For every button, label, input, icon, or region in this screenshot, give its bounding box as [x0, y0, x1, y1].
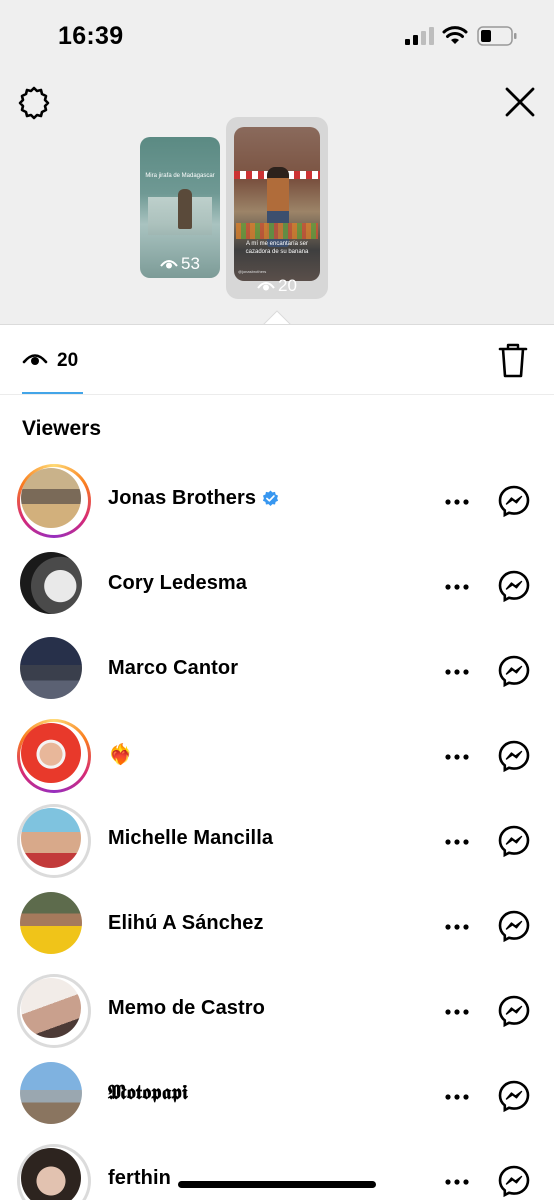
viewer-name-text: Michelle Mancilla	[108, 827, 274, 849]
eye-icon	[257, 282, 275, 291]
avatar-wrapper[interactable]	[17, 634, 91, 708]
story-ring[interactable]	[17, 974, 91, 1048]
viewer-name[interactable]: 𝕸𝖔𝖙𝖔𝖕𝖆𝖕𝖎	[108, 1082, 188, 1105]
viewer-name[interactable]: ferthin	[108, 1167, 171, 1190]
viewer-row[interactable]: ferthin	[0, 1140, 554, 1200]
avatar	[20, 637, 82, 699]
eye-icon	[22, 354, 48, 365]
messenger-icon[interactable]	[497, 484, 531, 518]
viewer-name-text: Marco Cantor	[108, 657, 239, 679]
story-preview-area: 16:39 Mira jirafa de Madagascar 53 A mí …	[0, 0, 554, 325]
viewer-name-text: Cory Ledesma	[108, 572, 248, 594]
viewer-name[interactable]: ❤️‍🔥	[108, 742, 133, 767]
viewer-row[interactable]: 𝕸𝖔𝖙𝖔𝖕𝖆𝖕𝖎	[0, 1055, 554, 1140]
messenger-icon[interactable]	[497, 994, 531, 1028]
section-title: Viewers	[22, 417, 102, 440]
viewer-name-text: Elihú A Sánchez	[108, 912, 264, 934]
viewer-name[interactable]: Michelle Mancilla	[108, 827, 273, 850]
status-bar: 16:39	[0, 0, 554, 72]
viewers-sheet: 20 Viewers Jonas Brothers Cory Ledesma M…	[0, 324, 554, 1200]
viewer-name-text: 𝕸𝖔𝖙𝖔𝖕𝖆𝖕𝖎	[108, 1082, 188, 1104]
more-options-icon[interactable]	[443, 913, 471, 941]
viewer-name[interactable]: Jonas Brothers	[108, 487, 279, 510]
more-options-icon[interactable]	[443, 573, 471, 601]
viewer-row[interactable]: Michelle Mancilla	[0, 800, 554, 885]
avatar-wrapper[interactable]	[17, 549, 91, 623]
avatar-wrapper[interactable]	[17, 889, 91, 963]
story-caption: A mí me encantaría ser cazadora de su ba…	[245, 241, 309, 255]
avatar	[20, 552, 82, 614]
avatar	[21, 468, 81, 528]
story-figure	[178, 189, 192, 229]
eye-icon	[160, 260, 178, 269]
messenger-icon[interactable]	[497, 909, 531, 943]
tab-views[interactable]: 20	[0, 325, 554, 395]
wifi-icon	[442, 26, 468, 44]
viewer-name[interactable]: Elihú A Sánchez	[108, 912, 264, 935]
story-ring[interactable]	[17, 1144, 91, 1200]
active-tab-indicator	[22, 392, 83, 394]
view-count: 20	[57, 350, 79, 371]
viewer-row[interactable]: Cory Ledesma	[0, 545, 554, 630]
more-options-icon[interactable]	[443, 998, 471, 1026]
viewer-name-text: ❤️‍🔥	[108, 744, 134, 766]
status-time: 16:39	[58, 22, 124, 50]
avatar	[21, 723, 81, 783]
more-options-icon[interactable]	[443, 658, 471, 686]
avatar	[20, 1062, 82, 1124]
story-handle: @jonasbrothers	[238, 269, 267, 274]
more-options-icon[interactable]	[443, 1168, 471, 1196]
more-options-icon[interactable]	[443, 1083, 471, 1111]
story-view-count-value: 20	[278, 276, 297, 295]
story-ring[interactable]	[17, 464, 91, 538]
viewer-row[interactable]: Marco Cantor	[0, 630, 554, 715]
story-thumbnail-2[interactable]: A mí me encantaría ser cazadora de su ba…	[234, 127, 320, 281]
cellular-signal-icon	[405, 27, 434, 45]
avatar	[20, 892, 82, 954]
viewer-row[interactable]: Memo de Castro	[0, 970, 554, 1055]
story-caption: Mira jirafa de Madagascar	[145, 173, 215, 179]
viewer-name-text: ferthin	[108, 1167, 171, 1189]
story-fruit-stand	[236, 223, 318, 239]
battery-icon	[477, 26, 517, 46]
viewer-name-text: Jonas Brothers	[108, 487, 257, 509]
messenger-icon[interactable]	[497, 569, 531, 603]
story-thumbnail-1[interactable]: Mira jirafa de Madagascar 53	[140, 137, 220, 278]
settings-gear-icon[interactable]	[16, 84, 52, 120]
messenger-icon[interactable]	[497, 1164, 531, 1198]
viewer-name[interactable]: Marco Cantor	[108, 657, 238, 680]
viewer-name-text: Memo de Castro	[108, 997, 265, 1019]
avatar	[21, 808, 81, 868]
viewer-name[interactable]: Cory Ledesma	[108, 572, 247, 595]
story-ring[interactable]	[17, 804, 91, 878]
story-ring[interactable]	[17, 719, 91, 793]
messenger-icon[interactable]	[497, 654, 531, 688]
viewer-row[interactable]: Elihú A Sánchez	[0, 885, 554, 970]
messenger-icon[interactable]	[497, 1079, 531, 1113]
trash-icon[interactable]	[497, 341, 529, 379]
messenger-icon[interactable]	[497, 739, 531, 773]
close-icon[interactable]	[502, 84, 538, 120]
avatar	[21, 1148, 81, 1200]
messenger-icon[interactable]	[497, 824, 531, 858]
verified-badge-icon	[263, 490, 279, 507]
story-view-count: 53	[140, 254, 220, 274]
more-options-icon[interactable]	[443, 828, 471, 856]
avatar-wrapper[interactable]	[17, 1059, 91, 1133]
story-view-count-value: 53	[181, 254, 200, 273]
home-indicator[interactable]	[178, 1181, 376, 1188]
viewer-row[interactable]: Jonas Brothers	[0, 460, 554, 545]
more-options-icon[interactable]	[443, 488, 471, 516]
story-view-count: 20	[226, 276, 328, 296]
more-options-icon[interactable]	[443, 743, 471, 771]
viewer-row[interactable]: ❤️‍🔥	[0, 715, 554, 800]
avatar	[21, 978, 81, 1038]
viewer-name[interactable]: Memo de Castro	[108, 997, 265, 1020]
selection-pointer	[263, 310, 291, 325]
